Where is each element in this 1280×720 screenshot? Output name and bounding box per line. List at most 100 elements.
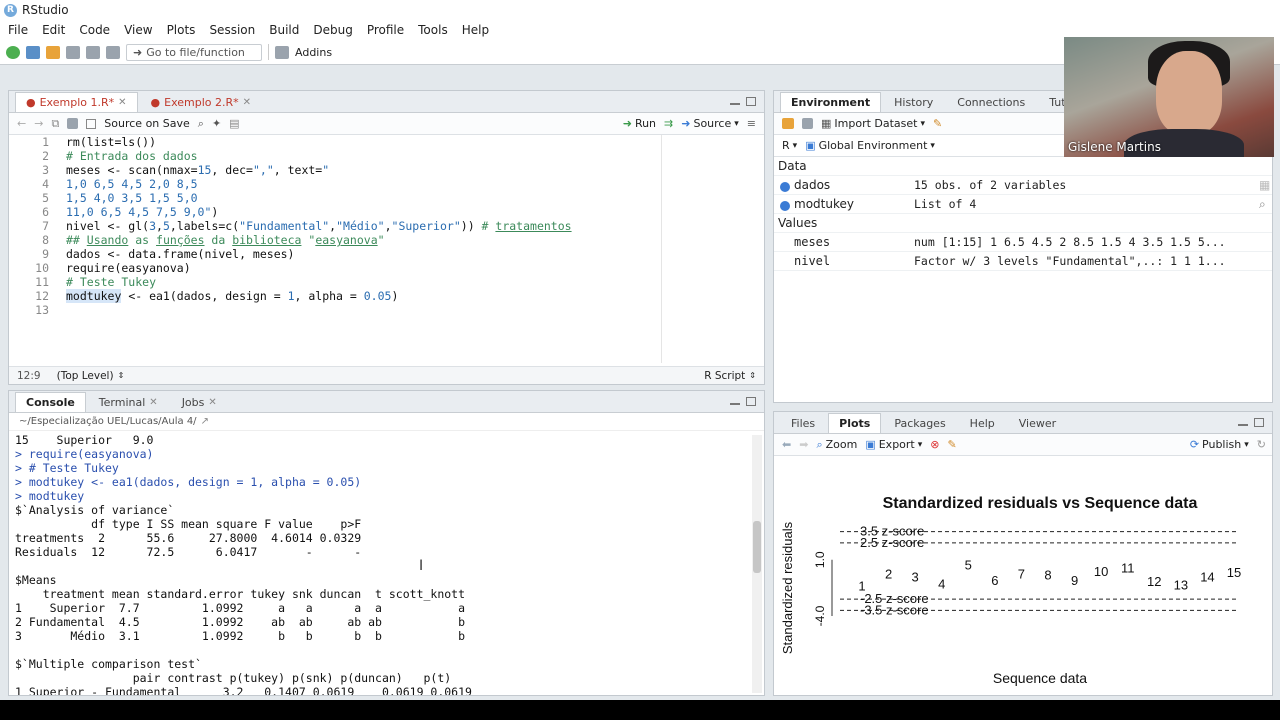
grid-layout-icon[interactable]	[275, 45, 289, 59]
minimize-icon[interactable]	[1238, 423, 1248, 426]
previous-plot-icon[interactable]: ⬅	[782, 438, 791, 451]
tab-terminal[interactable]: Terminal ✕	[88, 392, 169, 412]
tab-history[interactable]: History	[883, 92, 944, 112]
scope-indicator[interactable]: (Top Level)	[57, 370, 114, 382]
next-plot-icon[interactable]: ➡	[799, 438, 808, 451]
tab-exemplo-1[interactable]: ● Exemplo 1.R* ✕	[15, 92, 138, 112]
env-row-meses[interactable]: meses num [1:15] 1 6.5 4.5 2 8.5 1.5 4 3…	[774, 233, 1272, 252]
console-scroll-thumb[interactable]	[753, 521, 761, 573]
back-arrow-icon[interactable]: ←	[17, 117, 26, 130]
env-row-modtukey[interactable]: modtukey List of 4 ⌕	[774, 195, 1272, 214]
menu-debug[interactable]: Debug	[313, 23, 352, 37]
go-to-directory-icon[interactable]: ↗	[201, 416, 209, 427]
save-workspace-icon[interactable]	[802, 118, 813, 129]
search-icon[interactable]: ⌕	[198, 117, 204, 131]
console-window-controls	[730, 397, 756, 406]
minimize-icon[interactable]	[730, 402, 740, 405]
menu-plots[interactable]: Plots	[167, 23, 196, 37]
chevron-down-icon: ▾	[792, 140, 798, 151]
expand-arrow-icon[interactable]	[780, 201, 790, 211]
magic-wand-icon[interactable]: ✦	[212, 117, 221, 130]
export-icon: ▣	[865, 438, 876, 451]
save-all-icon[interactable]	[86, 45, 100, 59]
file-type-indicator[interactable]: R Script	[704, 370, 745, 382]
save-icon[interactable]	[67, 118, 79, 129]
source-on-save-checkbox[interactable]	[86, 118, 97, 129]
view-table-icon[interactable]: ▦	[1259, 178, 1270, 192]
env-row-dados[interactable]: dados 15 obs. of 2 variables ▦	[774, 176, 1272, 195]
rstudio-logo-icon: R	[4, 3, 17, 17]
editor-code[interactable]: rm(list=ls()) # Entrada dos dados meses …	[66, 135, 572, 303]
scope-select[interactable]: ▣ Global Environment ▾	[805, 139, 935, 152]
tab-environment[interactable]: Environment	[780, 92, 882, 112]
menu-build[interactable]: Build	[269, 23, 299, 37]
menu-help[interactable]: Help	[462, 23, 489, 37]
tab-help[interactable]: Help	[959, 413, 1006, 433]
minimize-icon[interactable]	[730, 102, 740, 105]
print-icon[interactable]	[106, 45, 120, 59]
source-button[interactable]: ➜ Source ▾	[681, 117, 739, 130]
editor-status-bar: 12:9 (Top Level) ⇕ R Script ⇕	[9, 366, 764, 384]
menu-tools[interactable]: Tools	[418, 23, 448, 37]
open-file-icon[interactable]	[46, 45, 60, 59]
editor-pane: ● Exemplo 1.R* ✕ ● Exemplo 2.R* ✕ ← → ⧉ …	[8, 90, 765, 385]
maximize-icon[interactable]	[1254, 418, 1264, 427]
addins-menu[interactable]: Addins	[295, 46, 332, 59]
load-workspace-icon[interactable]	[782, 118, 794, 129]
save-icon[interactable]	[66, 45, 80, 59]
menu-edit[interactable]: Edit	[42, 23, 65, 37]
publish-button[interactable]: ⟳ Publish ▾	[1190, 438, 1249, 451]
export-button[interactable]: ▣ Export ▾	[865, 438, 922, 451]
rerun-icon[interactable]: ⇉	[664, 117, 673, 130]
tab-files[interactable]: Files	[780, 413, 826, 433]
menu-file[interactable]: File	[8, 23, 28, 37]
menu-view[interactable]: View	[124, 23, 152, 37]
menu-code[interactable]: Code	[79, 23, 110, 37]
tab-connections[interactable]: Connections	[946, 92, 1036, 112]
tab-console[interactable]: Console	[15, 392, 86, 412]
line-number: 12	[35, 289, 49, 303]
menu-profile[interactable]: Profile	[367, 23, 404, 37]
zoom-button[interactable]: ⌕ Zoom	[816, 438, 857, 452]
window-title: RStudio	[22, 3, 69, 17]
outline-icon[interactable]: ≡	[747, 117, 756, 130]
plots-pane: Files Plots Packages Help Viewer ⬅ ➡ ⌕ Z…	[773, 411, 1273, 696]
close-icon[interactable]: ✕	[208, 397, 216, 408]
broom-icon[interactable]: ✎	[948, 438, 957, 451]
maximize-icon[interactable]	[746, 97, 756, 106]
source-arrow-icon: ➜	[681, 117, 691, 130]
tab-packages[interactable]: Packages	[883, 413, 956, 433]
inspect-icon[interactable]: ⌕	[1259, 197, 1266, 212]
broom-icon[interactable]: ✎	[933, 117, 942, 130]
new-file-icon[interactable]	[6, 45, 20, 59]
x-axis-label: Sequence data	[993, 670, 1087, 686]
compile-report-icon[interactable]: ▤	[229, 117, 239, 130]
close-icon[interactable]: ✕	[243, 97, 251, 108]
run-button[interactable]: ➜ Run	[623, 117, 656, 130]
tab-jobs[interactable]: Jobs ✕	[171, 392, 228, 412]
tab-exemplo-2[interactable]: ● Exemplo 2.R* ✕	[140, 92, 263, 112]
close-icon[interactable]: ✕	[118, 97, 126, 108]
screen-bottom-bar	[0, 700, 1280, 720]
expand-arrow-icon[interactable]	[780, 182, 790, 192]
maximize-icon[interactable]	[746, 397, 756, 406]
forward-arrow-icon[interactable]: →	[34, 117, 43, 130]
env-row-nivel[interactable]: nivel Factor w/ 3 levels "Fundamental",.…	[774, 252, 1272, 271]
remove-plot-icon[interactable]: ⊗	[930, 438, 939, 451]
console-scrollbar[interactable]	[752, 435, 762, 693]
language-select[interactable]: R ▾	[782, 139, 797, 152]
console-output[interactable]: 15 Superior 9.0 > require(easyanova) > #…	[15, 433, 472, 695]
show-in-window-icon[interactable]: ⧉	[51, 117, 59, 131]
refresh-icon[interactable]: ↻	[1257, 438, 1266, 451]
new-project-icon[interactable]	[26, 45, 40, 59]
import-dataset-button[interactable]: ▦ Import Dataset ▾	[821, 117, 925, 130]
source-on-save-label: Source on Save	[104, 117, 190, 130]
line-number: 11	[35, 275, 49, 289]
menu-session[interactable]: Session	[209, 23, 255, 37]
chevron-down-icon: ▾	[930, 140, 935, 151]
tab-viewer[interactable]: Viewer	[1008, 413, 1067, 433]
chevron-down-icon: ▾	[1244, 439, 1249, 450]
tab-plots[interactable]: Plots	[828, 413, 882, 433]
close-icon[interactable]: ✕	[149, 397, 157, 408]
go-to-file-input[interactable]: ➜ Go to file/function	[126, 43, 262, 61]
